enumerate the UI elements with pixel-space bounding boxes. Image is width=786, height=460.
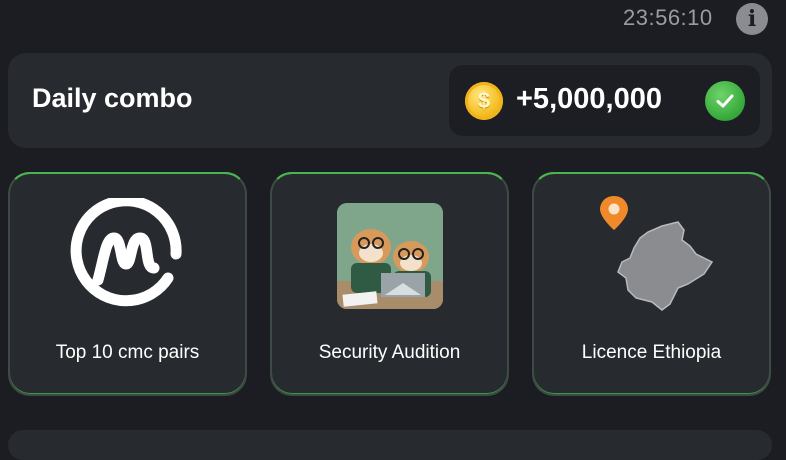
daily-combo-bar: Daily combo $ +5,000,000 xyxy=(8,53,772,148)
hamsters-audit-image xyxy=(337,203,443,309)
countdown-timer: 23:56:10 xyxy=(623,5,713,30)
reward-box: $ +5,000,000 xyxy=(449,65,760,136)
daily-combo-title: Daily combo xyxy=(32,83,193,113)
card-label: Licence Ethiopia xyxy=(581,342,722,363)
coinmarketcap-logo-icon xyxy=(70,195,186,314)
card-label: Security Audition xyxy=(318,342,461,363)
ethiopia-map-icon xyxy=(592,192,722,318)
bottom-panel xyxy=(8,430,772,460)
check-circle-icon xyxy=(705,81,745,121)
combo-card-cmc[interactable]: Top 10 cmc pairs xyxy=(8,172,247,396)
coin-icon: $ xyxy=(465,82,503,120)
reward-amount: +5,000,000 xyxy=(516,83,662,115)
combo-card-security[interactable]: Security Audition xyxy=(270,172,509,396)
info-button[interactable]: i xyxy=(736,3,768,35)
map-pin-icon xyxy=(600,196,628,230)
combo-card-licence[interactable]: Licence Ethiopia xyxy=(532,172,771,396)
card-label: Top 10 cmc pairs xyxy=(55,342,200,363)
info-icon: i xyxy=(747,6,757,32)
